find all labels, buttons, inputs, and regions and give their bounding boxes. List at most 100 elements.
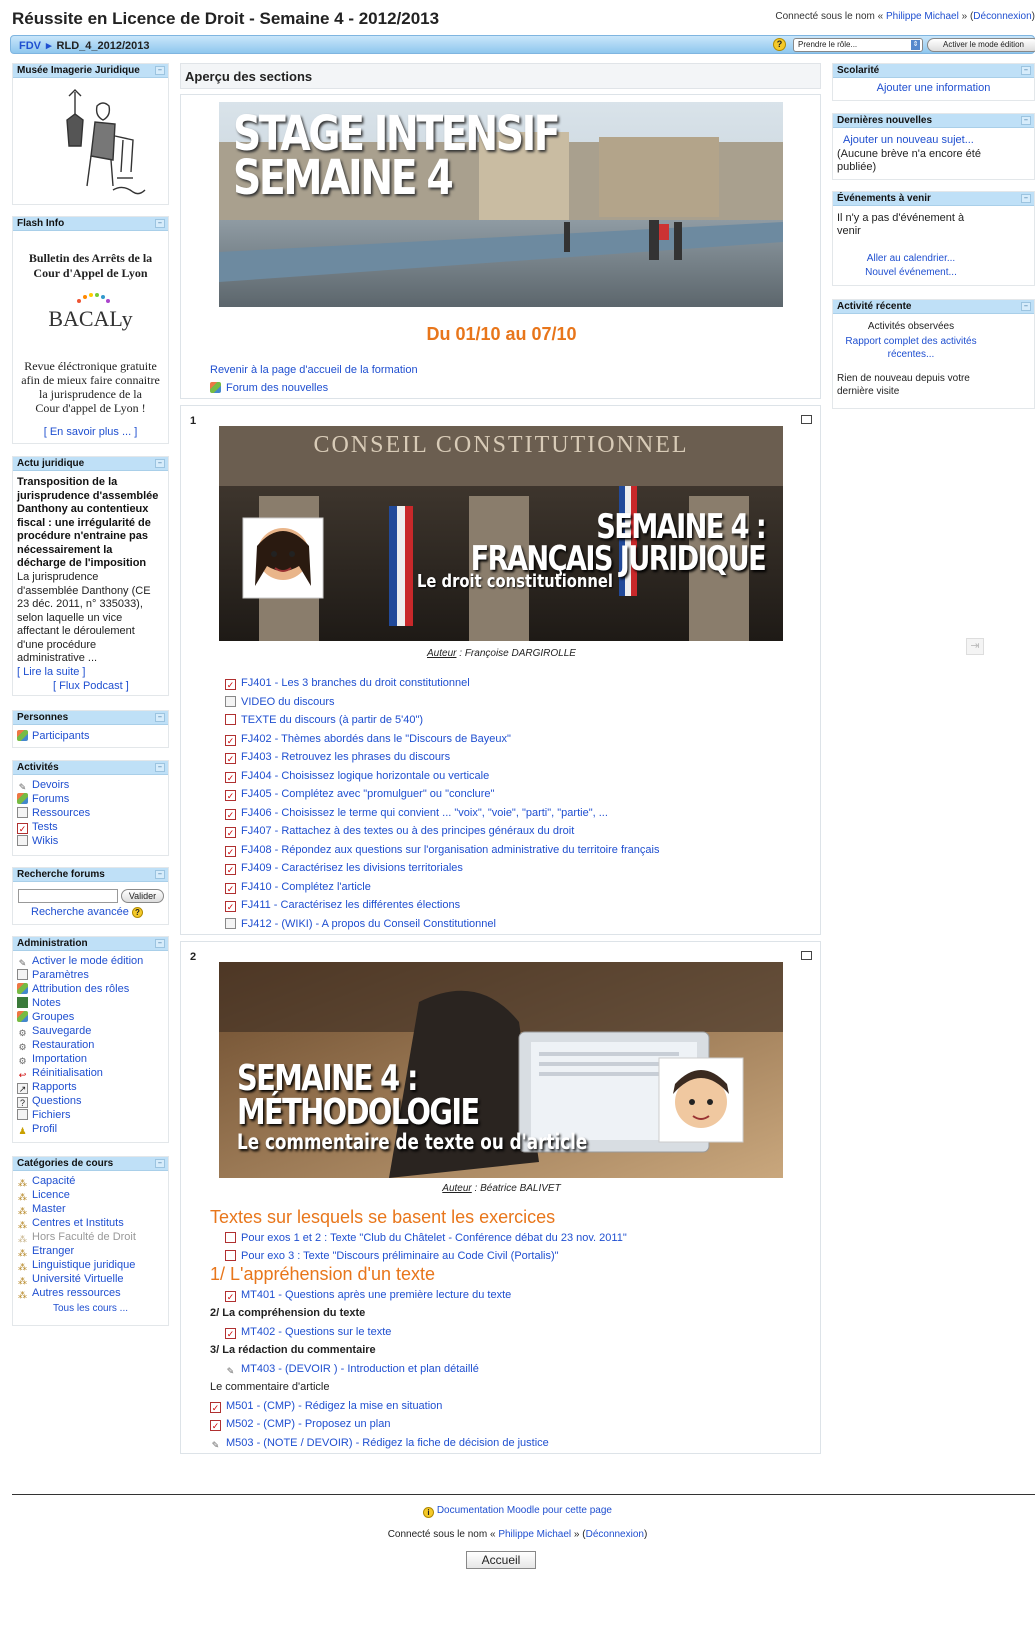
activity-m501[interactable]: ✓ M501 - (CMP) - Rédigez la mise en situa… [210, 1399, 442, 1413]
collapse-icon[interactable]: – [1021, 302, 1031, 311]
activity-fj411[interactable]: ✓ FJ411 - Caractérisez les différentes él… [225, 898, 460, 912]
quiz-icon: ✓ [225, 845, 236, 857]
activity-m503[interactable]: ✎ M503 - (NOTE / DEVOIR) - Rédigez la fic… [210, 1436, 549, 1450]
collapse-icon[interactable]: – [155, 1159, 165, 1168]
category-item[interactable]: ⁂ Master [17, 1202, 164, 1216]
collapse-icon[interactable]: – [155, 939, 165, 948]
block-recherche-forums: Recherche forums – Valider Recherche avan… [12, 867, 169, 925]
activity-fj406[interactable]: ✓ FJ406 - Choisissez le terme qui convien… [225, 806, 608, 820]
activity-mt402[interactable]: ✓ MT402 - Questions sur le texte [225, 1325, 391, 1339]
collapse-icon[interactable]: – [155, 66, 165, 75]
assignment-icon: ✎ [211, 1440, 220, 1450]
activites-ressources[interactable]: Ressources [17, 806, 164, 820]
collapse-icon[interactable]: – [155, 219, 165, 228]
admin-reinitialisation[interactable]: ↩ Réinitialisation [17, 1066, 164, 1080]
lire-la-suite-link[interactable]: [ Lire la suite ] [17, 666, 85, 678]
recent-report-link[interactable]: Rapport complet des activités récentes... [833, 335, 989, 361]
calendar-link[interactable]: Aller au calendrier... [867, 253, 955, 264]
activity-fj402[interactable]: ✓ FJ402 - Thèmes abordés dans le "Discour… [225, 732, 511, 746]
collapse-icon[interactable]: – [155, 713, 165, 722]
activity-m502[interactable]: ✓ M502 - (CMP) - Proposez un plan [210, 1417, 390, 1431]
flux-podcast-link[interactable]: [ Flux Podcast ] [53, 680, 129, 692]
collapse-icon[interactable]: – [1021, 194, 1031, 203]
activites-tests[interactable]: ✓ Tests [17, 820, 164, 834]
collapse-icon[interactable]: – [155, 870, 165, 879]
block-administration: Administration – ✎ Activer le mode édition… [12, 936, 169, 1143]
category-item[interactable]: ⁂ Linguistique juridique [17, 1258, 164, 1272]
news-forum-link[interactable]: Forum des nouvelles [210, 381, 328, 395]
activity-mt403[interactable]: ✎ MT403 - (DEVOIR ) - Introduction et pla… [225, 1362, 479, 1376]
activity-texte[interactable]: TEXTE du discours (à partir de 5'40") [225, 713, 423, 727]
activity-fj409[interactable]: ✓ FJ409 - Caractérisez les divisions terr… [225, 861, 463, 875]
texte-exo-3[interactable]: Pour exo 3 : Texte "Discours préliminair… [225, 1249, 559, 1263]
section-toggle-icon[interactable] [801, 415, 812, 424]
back-home-link[interactable]: Revenir à la page d'accueil de la format… [210, 363, 418, 377]
new-event-link[interactable]: Nouvel événement... [865, 267, 957, 278]
participants-link[interactable]: Participants [17, 729, 164, 743]
activity-fj404[interactable]: ✓ FJ404 - Choisissez logique horizontale … [225, 769, 489, 783]
admin-rapports[interactable]: ↗ Rapports [17, 1080, 164, 1094]
sections-heading-bar: Aperçu des sections [180, 63, 821, 89]
activites-wikis[interactable]: Wikis [17, 834, 164, 848]
admin-restauration[interactable]: ⚙ Restauration [17, 1038, 164, 1052]
chevron-updown-icon: ⇕ [911, 40, 920, 50]
activity-mt401[interactable]: ✓ MT401 - Questions après une première le… [225, 1288, 511, 1302]
category-item[interactable]: ⁂ Hors Faculté de Droit [17, 1230, 164, 1244]
add-information-link[interactable]: Ajouter une information [877, 82, 991, 94]
activity-fj405[interactable]: ✓ FJ405 - Complétez avec "promulguer" ou … [225, 787, 494, 801]
moodle-doc-link[interactable]: Documentation Moodle pour cette page [437, 1505, 612, 1516]
footer-divider [12, 1494, 1035, 1495]
admin-notes[interactable]: Notes [17, 996, 164, 1010]
category-item[interactable]: ⁂ Université Virtuelle [17, 1272, 164, 1286]
admin-groupes[interactable]: Groupes [17, 1010, 164, 1024]
search-submit-button[interactable]: Valider [121, 889, 164, 903]
section-toggle-icon[interactable] [801, 951, 812, 960]
collapse-icon[interactable]: – [155, 459, 165, 468]
admin-questions[interactable]: ? Questions [17, 1094, 164, 1108]
collapse-icon[interactable]: – [1021, 116, 1031, 125]
collapse-icon[interactable]: – [1021, 66, 1031, 75]
search-input[interactable] [18, 889, 118, 903]
en-savoir-plus-link[interactable]: [ En savoir plus ... ] [44, 426, 138, 438]
breadcrumb-fdv[interactable]: FDV [19, 40, 41, 52]
logout-link[interactable]: Déconnexion [973, 11, 1031, 22]
help-icon[interactable]: ? [131, 907, 143, 918]
activites-devoirs[interactable]: ✎ Devoirs [17, 778, 164, 792]
admin-roles[interactable]: Attribution des rôles [17, 982, 164, 996]
category-item[interactable]: ⁂ Licence [17, 1188, 164, 1202]
collapse-icon[interactable]: – [155, 763, 165, 772]
category-item[interactable]: ⁂ Autres ressources [17, 1286, 164, 1300]
dock-icon[interactable]: ⇥ [966, 638, 984, 655]
help-icon[interactable]: ? [773, 38, 786, 51]
role-select[interactable]: Prendre le rôle... ⇕ [793, 38, 923, 52]
admin-profil[interactable]: ♟ Profil [17, 1122, 164, 1136]
footer-logout-link[interactable]: Déconnexion [586, 1529, 644, 1540]
activity-fj410[interactable]: ✓ FJ410 - Complétez l'article [225, 880, 371, 894]
resource-icon [17, 807, 28, 818]
activity-fj408[interactable]: ✓ FJ408 - Répondez aux questions sur l'or… [225, 843, 659, 857]
add-topic-link[interactable]: Ajouter un nouveau sujet... [843, 134, 974, 146]
category-item[interactable]: ⁂ Centres et Instituts [17, 1216, 164, 1230]
activity-fj412[interactable]: FJ412 - (WIKI) - A propos du Conseil Con… [225, 917, 496, 931]
admin-sauvegarde[interactable]: ⚙ Sauvegarde [17, 1024, 164, 1038]
edit-mode-button[interactable]: Activer le mode édition [927, 38, 1035, 52]
admin-parametres[interactable]: Paramètres [17, 968, 164, 982]
activity-fj407[interactable]: ✓ FJ407 - Rattachez à des textes ou à des… [225, 824, 574, 838]
admin-edit-mode[interactable]: ✎ Activer le mode édition [17, 954, 164, 968]
footer-user-link[interactable]: Philippe Michael [498, 1529, 571, 1540]
block-header: Actu juridique – [13, 457, 168, 471]
advanced-search-link[interactable]: Recherche avancée [31, 906, 129, 918]
home-button[interactable]: Accueil [466, 1551, 536, 1569]
activity-video[interactable]: VIDEO du discours [225, 695, 335, 709]
texte-exos-1-2[interactable]: Pour exos 1 et 2 : Texte "Club du Châtel… [225, 1231, 627, 1245]
block-activites: Activités – ✎ Devoirs Forums Ressources ✓ T… [12, 760, 169, 856]
activites-forums[interactable]: Forums [17, 792, 164, 806]
all-courses-link[interactable]: Tous les cours ... [53, 1303, 128, 1314]
activity-fj403[interactable]: ✓ FJ403 - Retrouvez les phrases du discou… [225, 750, 450, 764]
admin-fichiers[interactable]: Fichiers [17, 1108, 164, 1122]
admin-importation[interactable]: ⚙ Importation [17, 1052, 164, 1066]
category-item[interactable]: ⁂ Capacité [17, 1174, 164, 1188]
user-name-link[interactable]: Philippe Michael [886, 11, 959, 22]
activity-fj401[interactable]: ✓ FJ401 - Les 3 branches du droit constit… [225, 676, 470, 690]
category-item[interactable]: ⁂ Etranger [17, 1244, 164, 1258]
